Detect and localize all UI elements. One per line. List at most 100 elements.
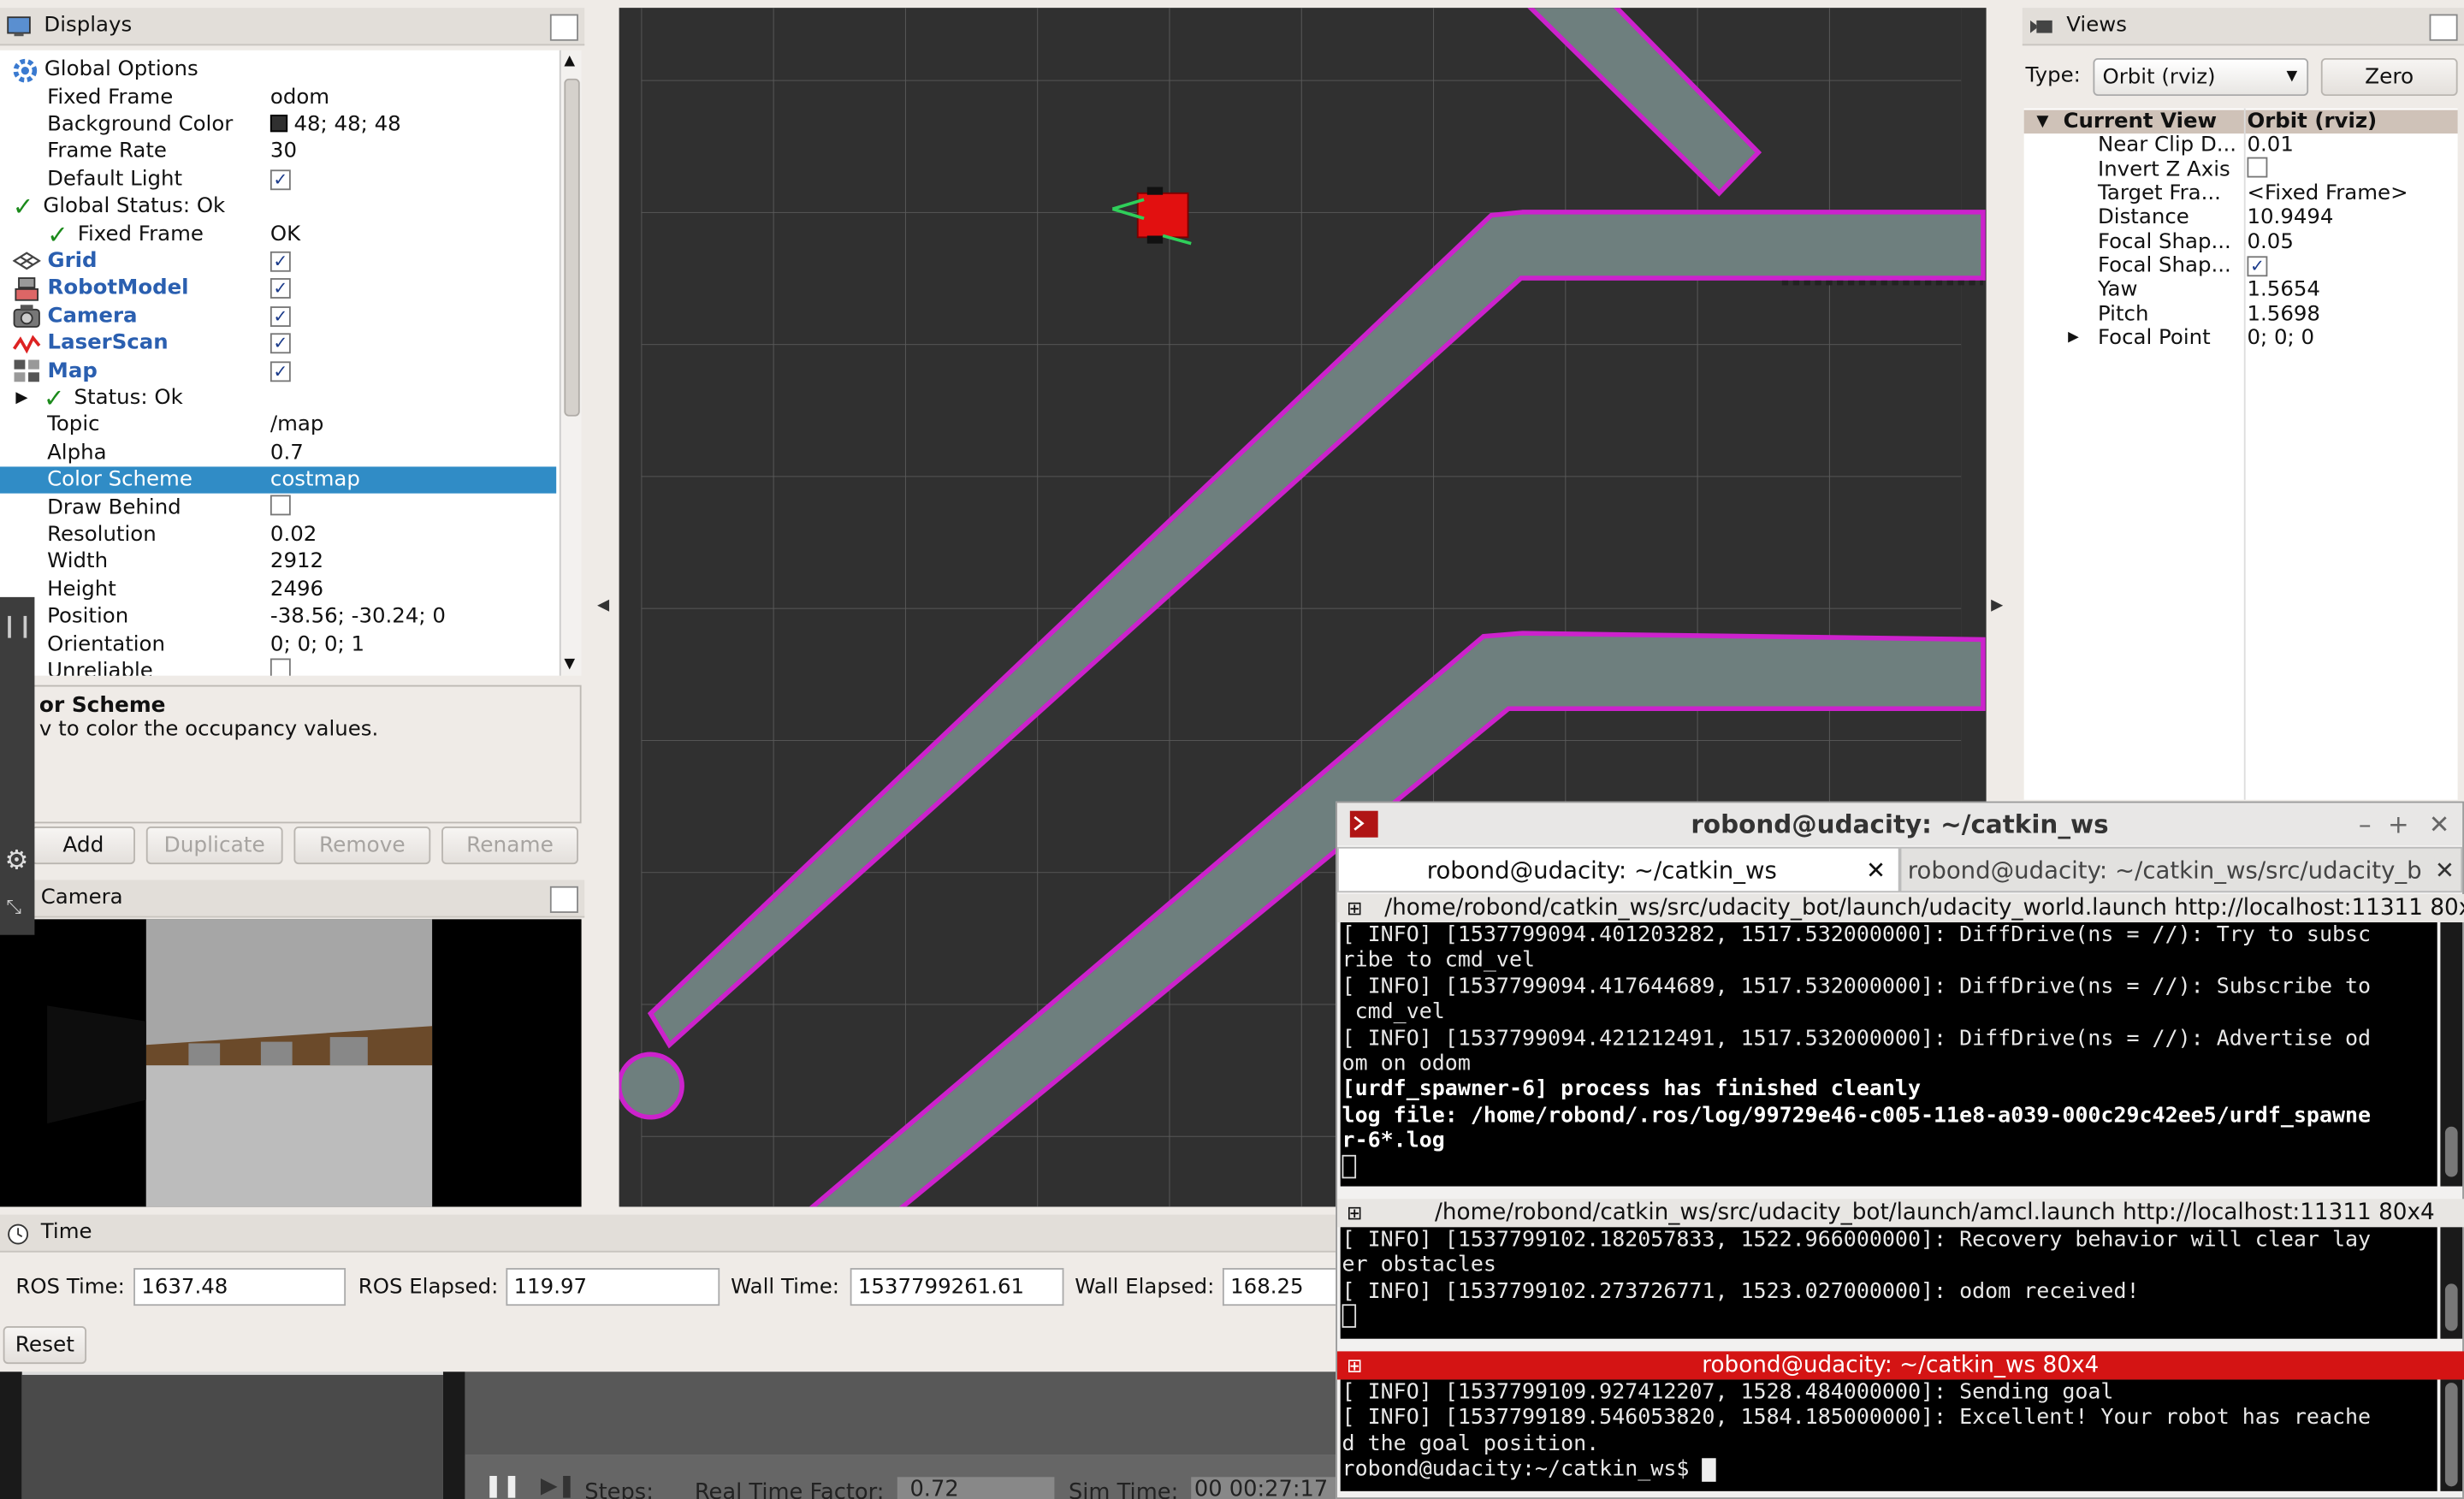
tree-row-height[interactable]: Height 2496: [0, 576, 556, 603]
tree-value[interactable]: /map: [270, 414, 324, 438]
tree-value[interactable]: 30: [270, 140, 297, 164]
current-view-header[interactable]: ▼ Current View Orbit (rviz): [2023, 110, 2458, 134]
tree-row-draw-behind[interactable]: Draw Behind: [0, 494, 556, 521]
tree-row-alpha[interactable]: Alpha 0.7: [0, 439, 556, 466]
close-icon[interactable]: ✕: [2429, 809, 2450, 839]
tree-row-color-scheme[interactable]: Color Scheme costmap: [0, 466, 557, 495]
minimize-icon[interactable]: –: [2359, 809, 2372, 839]
views-float-checkbox[interactable]: [2429, 14, 2458, 41]
tree-value[interactable]: costmap: [270, 469, 360, 493]
pane1-output[interactable]: [ INFO] [1537799094.401203282, 1517.5320…: [1340, 922, 2437, 1187]
scroll-down-icon[interactable]: ▼: [564, 657, 575, 672]
tree-row-orientation[interactable]: Orientation 0; 0; 0; 1: [0, 631, 556, 658]
expand-arrow-icon[interactable]: ▶: [15, 389, 27, 406]
add-button[interactable]: Add: [31, 826, 135, 865]
split-icon[interactable]: ⊞: [1347, 898, 1362, 920]
view-value[interactable]: <Fixed Frame>: [2247, 182, 2408, 206]
tree-row-fixed-frame-status[interactable]: ✓ Fixed Frame OK: [0, 219, 556, 249]
tree-row-global-options[interactable]: Global Options: [0, 56, 556, 84]
view-value[interactable]: 1.5698: [2247, 303, 2319, 327]
tree-row-robotmodel[interactable]: RobotModel ✓: [0, 276, 556, 303]
ros-elapsed-field[interactable]: 119.97: [506, 1268, 720, 1306]
tree-value[interactable]: odom: [270, 86, 329, 110]
views-tree[interactable]: ▼ Current View Orbit (rviz) Near Clip D.…: [2023, 108, 2458, 800]
tree-row-position[interactable]: Position -38.56; -30.24; 0: [0, 603, 556, 631]
maximize-icon[interactable]: +: [2388, 809, 2409, 839]
view-row-focal-shape-size[interactable]: Focal Shap... 0.05: [2024, 230, 2458, 254]
zero-button[interactable]: Zero: [2320, 57, 2458, 97]
scrollbar-thumb[interactable]: [564, 78, 580, 417]
pane3-output[interactable]: [ INFO] [1537799109.927412207, 1528.4840…: [1340, 1379, 2437, 1491]
focal-shape-checkbox[interactable]: ✓: [2247, 256, 2268, 277]
default-light-checkbox[interactable]: ✓: [270, 169, 291, 190]
view-row-near-clip[interactable]: Near Clip D... 0.01: [2024, 134, 2458, 158]
grid-checkbox[interactable]: ✓: [270, 251, 291, 272]
pane2-output[interactable]: [ INFO] [1537799102.182057833, 1522.9660…: [1340, 1227, 2437, 1339]
view-value[interactable]: 0.01: [2247, 134, 2293, 158]
gear-icon[interactable]: ⚙: [5, 845, 29, 877]
view-row-pitch[interactable]: Pitch 1.5698: [2024, 302, 2458, 327]
draw-behind-checkbox[interactable]: [270, 494, 291, 515]
pane2-scrollbar[interactable]: [2440, 1227, 2463, 1339]
tree-row-camera[interactable]: Camera ✓: [0, 303, 556, 330]
scrollbar-thumb[interactable]: [2444, 1126, 2458, 1177]
wall-time-field[interactable]: 1537799261.61: [850, 1268, 1064, 1306]
pane1-scrollbar[interactable]: [2440, 922, 2463, 1187]
split-icon[interactable]: ⊞: [1347, 1202, 1362, 1224]
tree-row-width[interactable]: Width 2912: [0, 548, 556, 576]
duplicate-button[interactable]: Duplicate: [145, 826, 283, 865]
view-row-focal-shape-fixed[interactable]: Focal Shap... ✓: [2024, 254, 2458, 278]
tree-row-background-color[interactable]: Background Color 48; 48; 48: [0, 111, 556, 139]
scrollbar-thumb[interactable]: [2444, 1383, 2458, 1487]
pane3-scrollbar[interactable]: [2440, 1379, 2463, 1491]
scrollbar-thumb[interactable]: [2444, 1283, 2458, 1331]
laserscan-checkbox[interactable]: ✓: [270, 333, 291, 354]
view-type-dropdown[interactable]: Orbit (rviz) ▼: [2093, 57, 2309, 97]
tree-row-unreliable[interactable]: Unreliable: [0, 658, 556, 676]
split-icon[interactable]: ⊞: [1347, 1354, 1362, 1377]
pause-icon[interactable]: [8, 615, 27, 638]
rename-button[interactable]: Rename: [441, 826, 578, 865]
terminal-tab-2[interactable]: robond@udacity: ~/catkin_ws/src/udacity_…: [1899, 846, 2463, 893]
tree-row-map[interactable]: Map ✓: [0, 358, 556, 385]
tree-row-frame-rate[interactable]: Frame Rate 30: [0, 139, 556, 166]
tree-row-default-light[interactable]: Default Light ✓: [0, 166, 556, 193]
wall-elapsed-field[interactable]: 168.25: [1222, 1268, 1336, 1306]
camera-float-checkbox[interactable]: [549, 886, 578, 914]
remove-button[interactable]: Remove: [293, 826, 431, 865]
view-row-invert-z[interactable]: Invert Z Axis: [2024, 157, 2458, 182]
robotmodel-checkbox[interactable]: ✓: [270, 278, 291, 299]
invert-z-checkbox[interactable]: [2247, 157, 2268, 178]
tree-row-topic[interactable]: Topic/map: [0, 412, 556, 440]
tree-row-laserscan[interactable]: LaserScan ✓: [0, 330, 556, 358]
collapse-arrow-icon[interactable]: ▼: [2036, 113, 2048, 130]
collapse-left-icon[interactable]: ◀: [597, 597, 609, 614]
tree-value[interactable]: 0.7: [270, 441, 304, 465]
tree-row-global-status[interactable]: ✓ Global Status: Ok: [0, 192, 556, 222]
ros-time-field[interactable]: 1637.48: [133, 1268, 346, 1306]
scroll-up-icon[interactable]: ▲: [564, 53, 575, 68]
collapse-right-icon[interactable]: ▶: [1991, 597, 2003, 614]
displays-float-checkbox[interactable]: [549, 14, 578, 41]
close-tab-icon[interactable]: ✕: [2434, 855, 2455, 885]
displays-tree[interactable]: Global Options Fixed Frame odom Backgroun…: [0, 50, 560, 676]
camera-checkbox[interactable]: ✓: [270, 305, 291, 327]
view-row-distance[interactable]: Distance 10.9494: [2024, 206, 2458, 230]
close-tab-icon[interactable]: ✕: [1866, 856, 1886, 884]
tree-row-fixed-frame[interactable]: Fixed Frame odom: [0, 84, 556, 111]
tree-row-resolution[interactable]: Resolution 0.02: [0, 521, 556, 548]
displays-scrollbar[interactable]: ▲ ▼: [559, 50, 582, 676]
unreliable-checkbox[interactable]: [270, 658, 291, 676]
step-icon[interactable]: ▶❚: [541, 1474, 576, 1499]
terminal-tab-1[interactable]: robond@udacity: ~/catkin_ws ✕: [1337, 846, 1900, 893]
expand-arrow-icon[interactable]: ▶: [2068, 330, 2079, 346]
reset-button[interactable]: Reset: [3, 1326, 87, 1365]
view-value[interactable]: 0.05: [2247, 230, 2293, 254]
tree-row-map-status[interactable]: ▶ ✓ Status: Ok: [0, 383, 556, 413]
view-value[interactable]: 0; 0; 0: [2247, 327, 2314, 351]
view-row-target-frame[interactable]: Target Fra... <Fixed Frame>: [2024, 182, 2458, 206]
tree-row-grid[interactable]: Grid ✓: [0, 248, 556, 276]
view-value[interactable]: 1.5654: [2247, 278, 2319, 302]
resize-icon[interactable]: ⤡: [6, 896, 21, 920]
pause-icon[interactable]: ❚❚: [484, 1474, 521, 1499]
